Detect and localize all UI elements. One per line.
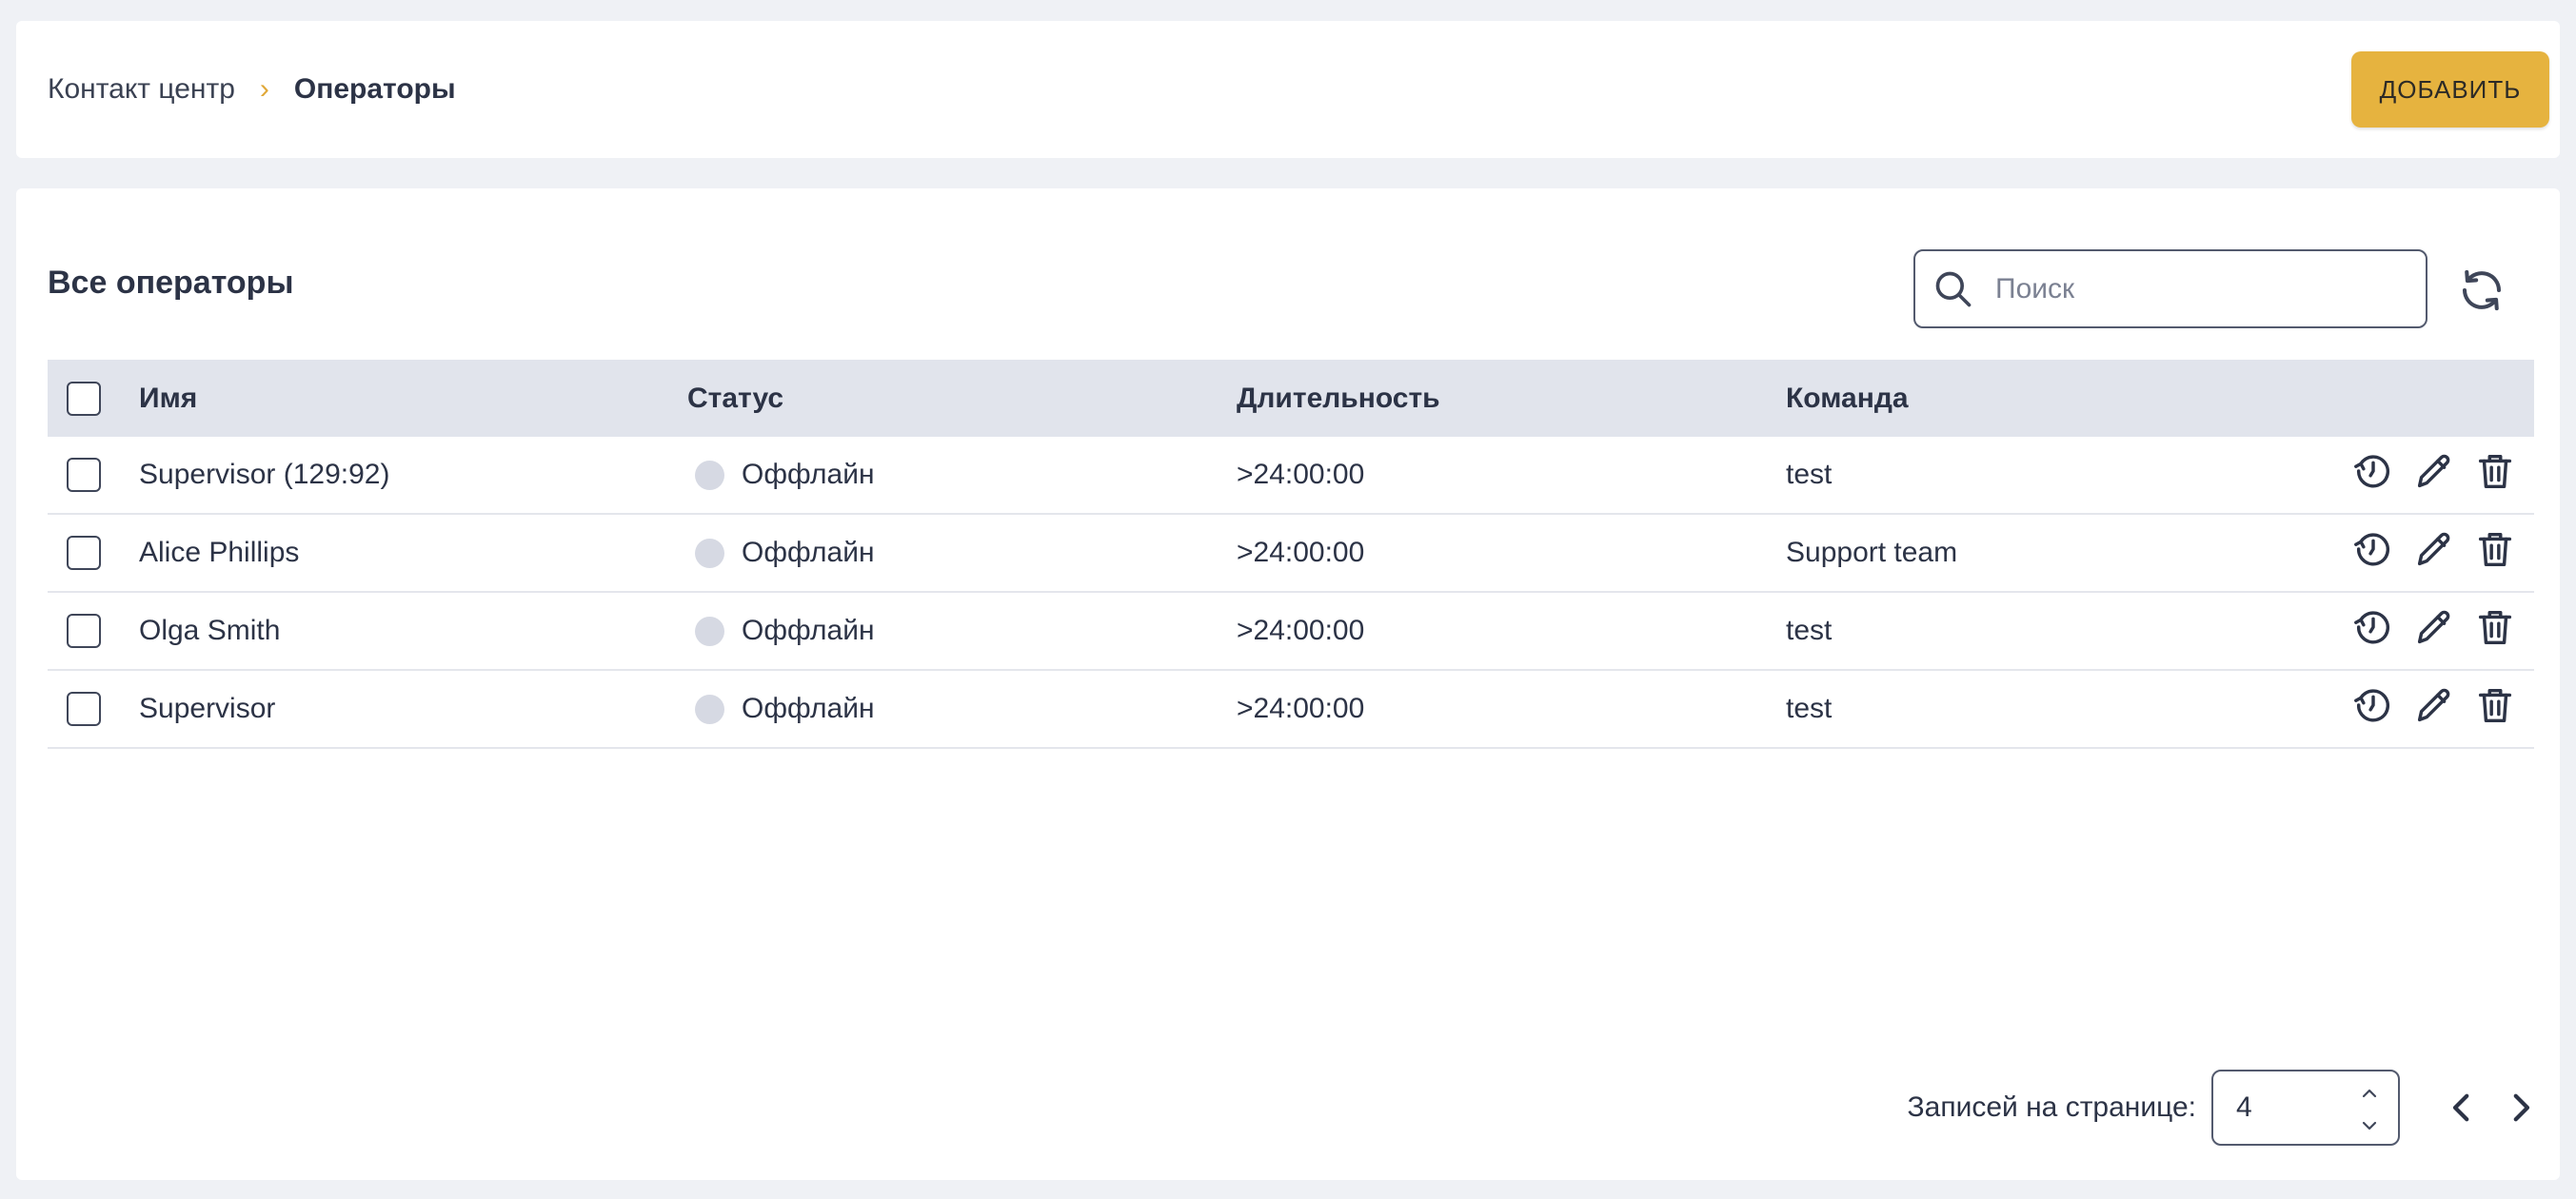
- operator-status: Оффлайн: [687, 537, 1237, 569]
- row-actions: [2351, 605, 2517, 657]
- operator-status: Оффлайн: [687, 615, 1237, 647]
- next-page-icon[interactable]: [2501, 1088, 2541, 1128]
- column-header-team[interactable]: Команда: [1786, 383, 2262, 415]
- operator-team: test: [1786, 693, 1833, 724]
- pencil-icon[interactable]: [2412, 683, 2456, 735]
- rows-per-page-value: 4: [2236, 1091, 2252, 1123]
- table-row: Supervisor (129:92) Оффлайн >24:00:00 test: [48, 437, 2534, 515]
- status-label: Оффлайн: [742, 693, 875, 724]
- operator-status: Оффлайн: [687, 459, 1237, 491]
- history-icon[interactable]: [2351, 527, 2395, 579]
- row-checkbox[interactable]: [67, 458, 101, 492]
- operators-panel: Все операторы Имя Статус Длительность Ко…: [16, 188, 2560, 1180]
- history-icon[interactable]: [2351, 605, 2395, 657]
- operator-name: Supervisor: [139, 693, 276, 724]
- pencil-icon[interactable]: [2412, 527, 2456, 579]
- pencil-icon[interactable]: [2412, 605, 2456, 657]
- trash-icon[interactable]: [2473, 683, 2517, 735]
- row-actions: [2351, 683, 2517, 735]
- row-actions: [2351, 527, 2517, 579]
- trash-icon[interactable]: [2473, 449, 2517, 501]
- row-checkbox[interactable]: [67, 614, 101, 648]
- top-bar: Контакт центр › Операторы ДОБАВИТЬ: [16, 21, 2560, 158]
- table-row: Supervisor Оффлайн >24:00:00 test: [48, 671, 2534, 749]
- operator-team: test: [1786, 615, 1833, 646]
- stepper-arrows-icon[interactable]: [2358, 1081, 2381, 1138]
- operator-team: Support team: [1786, 537, 1958, 568]
- select-all-checkbox[interactable]: [67, 381, 101, 416]
- operator-duration: >24:00:00: [1237, 615, 1365, 646]
- pagination: Записей на странице: 4: [1908, 1070, 2560, 1146]
- search-input[interactable]: [1995, 272, 2395, 305]
- breadcrumb-chevron-icon: ›: [259, 73, 269, 105]
- breadcrumb-root-link[interactable]: Контакт центр: [48, 73, 235, 106]
- operator-duration: >24:00:00: [1237, 537, 1365, 568]
- status-label: Оффлайн: [742, 537, 875, 568]
- table-body: Supervisor (129:92) Оффлайн >24:00:00 test A…: [48, 437, 2534, 749]
- trash-icon[interactable]: [2473, 527, 2517, 579]
- refresh-icon[interactable]: [2456, 265, 2507, 316]
- operator-status: Оффлайн: [687, 693, 1237, 725]
- rows-per-page-label: Записей на странице:: [1907, 1091, 2196, 1123]
- operator-duration: >24:00:00: [1237, 459, 1365, 490]
- breadcrumb: Контакт центр › Операторы: [48, 21, 456, 158]
- status-label: Оффлайн: [742, 459, 875, 490]
- trash-icon[interactable]: [2473, 605, 2517, 657]
- breadcrumb-current: Операторы: [293, 73, 456, 105]
- column-header-duration[interactable]: Длительность: [1237, 383, 1786, 415]
- table-header: Имя Статус Длительность Команда: [48, 360, 2534, 437]
- row-checkbox[interactable]: [67, 692, 101, 726]
- panel-title: Все операторы: [48, 265, 294, 301]
- operator-name: Alice Phillips: [139, 537, 300, 568]
- history-icon[interactable]: [2351, 683, 2395, 735]
- operator-duration: >24:00:00: [1237, 693, 1365, 724]
- status-dot-icon: [695, 694, 724, 724]
- row-checkbox[interactable]: [67, 536, 101, 570]
- status-dot-icon: [695, 616, 724, 646]
- operator-team: test: [1786, 459, 1833, 490]
- status-dot-icon: [695, 538, 724, 568]
- add-button[interactable]: ДОБАВИТЬ: [2351, 51, 2549, 128]
- status-label: Оффлайн: [742, 615, 875, 646]
- status-dot-icon: [695, 460, 724, 490]
- column-header-name[interactable]: Имя: [139, 383, 687, 415]
- operator-name: Olga Smith: [139, 615, 281, 646]
- table-row: Olga Smith Оффлайн >24:00:00 test: [48, 593, 2534, 671]
- operators-table: Имя Статус Длительность Команда Supervis…: [48, 360, 2534, 749]
- row-actions: [2351, 449, 2517, 501]
- column-header-status[interactable]: Статус: [687, 383, 1237, 415]
- search-box[interactable]: [1913, 249, 2427, 328]
- history-icon[interactable]: [2351, 449, 2395, 501]
- table-row: Alice Phillips Оффлайн >24:00:00 Support te…: [48, 515, 2534, 593]
- rows-per-page-select[interactable]: 4: [2211, 1070, 2400, 1146]
- prev-page-icon[interactable]: [2442, 1088, 2482, 1128]
- search-icon: [1935, 271, 1972, 306]
- pencil-icon[interactable]: [2412, 449, 2456, 501]
- operator-name: Supervisor (129:92): [139, 459, 390, 490]
